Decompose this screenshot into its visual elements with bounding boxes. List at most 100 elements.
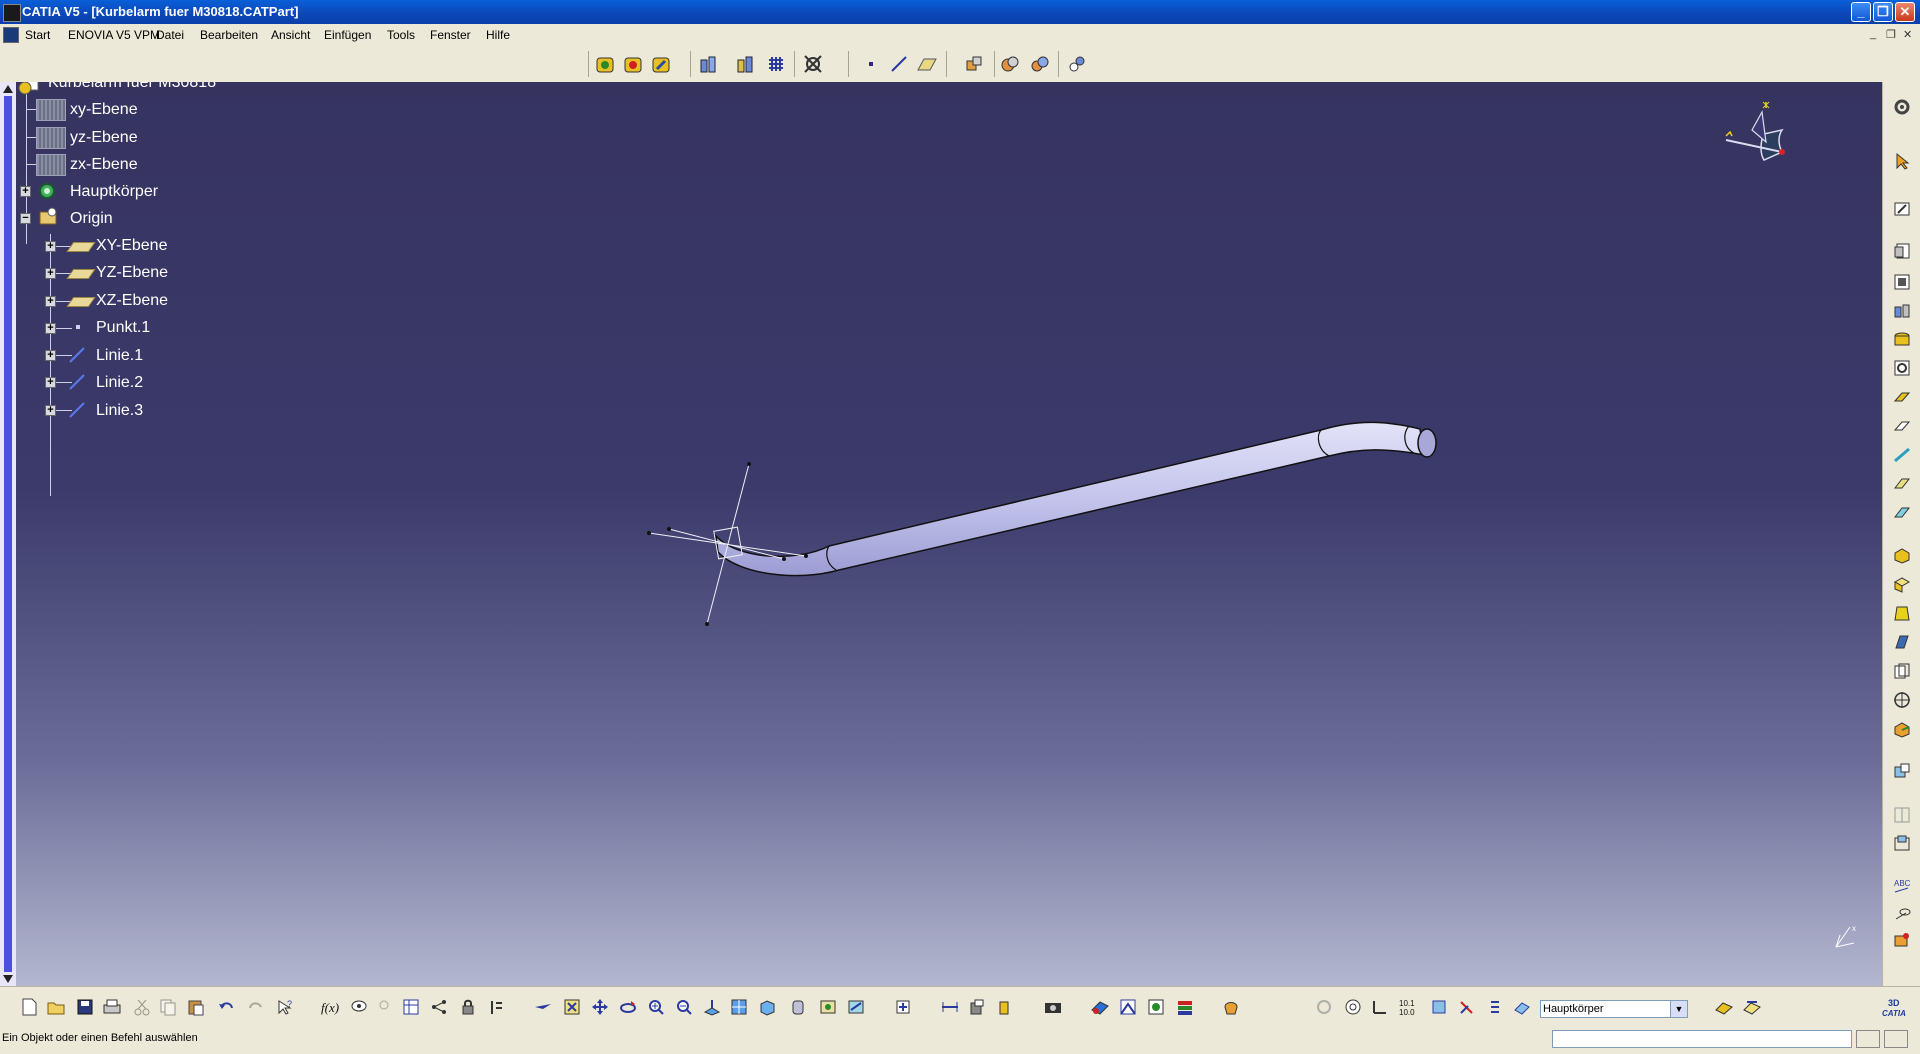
measure-icon[interactable] (963, 53, 985, 75)
chamfer-icon[interactable] (1891, 573, 1913, 595)
snap-to-point-icon[interactable] (1369, 996, 1391, 1018)
tree-item-origin[interactable]: Origin (70, 210, 113, 228)
mdi-minimize-button[interactable]: _ (1870, 28, 1876, 40)
pattern-icon[interactable] (1891, 832, 1913, 854)
expand-xy-ebene[interactable]: + (45, 241, 56, 252)
point-icon[interactable] (860, 53, 882, 75)
tree-root-part[interactable]: Kurbelarm fuer M30818 (48, 82, 216, 92)
tree-item-punkt-1[interactable]: Punkt.1 (96, 319, 150, 337)
save-icon[interactable] (74, 996, 96, 1018)
current-body-select[interactable]: Hauptkörper ▼ (1540, 1000, 1688, 1018)
crank-arm-part[interactable] (714, 421, 1437, 577)
list-filter-icon[interactable] (1484, 996, 1506, 1018)
update-icon[interactable] (892, 996, 914, 1018)
scrollbar-track[interactable] (4, 96, 12, 972)
pad-icon[interactable] (594, 53, 616, 75)
line-feature-icon[interactable] (68, 346, 86, 364)
pad-feature-icon[interactable] (1891, 240, 1913, 262)
assemble-icon[interactable] (1029, 53, 1051, 75)
line-icon[interactable] (888, 53, 910, 75)
origin-icon[interactable] (38, 206, 60, 228)
sketch-analysis-icon[interactable] (1342, 996, 1364, 1018)
render-icon[interactable] (1145, 996, 1167, 1018)
menu-bearbeiten[interactable]: Bearbeiten (200, 28, 258, 42)
multi-section-icon[interactable] (1891, 473, 1913, 495)
design-table-icon[interactable] (400, 996, 422, 1018)
hole-feature-icon[interactable] (1891, 329, 1913, 351)
paste-icon[interactable] (185, 996, 207, 1018)
normal-view-icon[interactable] (701, 996, 723, 1018)
plane-feature-icon[interactable] (36, 154, 66, 176)
swap-visible-space-icon[interactable] (845, 996, 867, 1018)
expand-linie-3[interactable]: + (45, 405, 56, 416)
close-button[interactable]: ✕ (1895, 2, 1915, 22)
line-feature-icon[interactable] (68, 401, 86, 419)
scroll-up-arrow-icon[interactable] (3, 85, 13, 93)
print-icon[interactable] (101, 996, 123, 1018)
define-in-work-object-icon[interactable] (1511, 996, 1533, 1018)
tree-item-linie-2[interactable]: Linie.2 (96, 374, 143, 392)
open-folder-icon[interactable] (45, 996, 67, 1018)
thread-icon[interactable] (1891, 689, 1913, 711)
insert-body-icon[interactable] (1741, 996, 1763, 1018)
layers-icon[interactable] (1174, 996, 1196, 1018)
measure-inertia-icon[interactable] (993, 996, 1015, 1018)
catalog-icon[interactable] (1066, 53, 1088, 75)
shaft-feature-icon[interactable] (1891, 300, 1913, 322)
plane-feature-icon[interactable] (36, 99, 66, 121)
knowledge-advisor-icon[interactable] (348, 996, 370, 1018)
lock-icon[interactable] (457, 996, 479, 1018)
expand-linie-2[interactable]: + (45, 377, 56, 388)
spin-icon[interactable] (1313, 996, 1335, 1018)
light-bulb-icon[interactable] (373, 996, 395, 1018)
expand-xz-ebene[interactable]: + (45, 296, 56, 307)
expand-linie-1[interactable]: + (45, 350, 56, 361)
start-menu-icon[interactable] (3, 27, 19, 43)
body-gear-icon[interactable] (36, 180, 58, 202)
menu-enovia[interactable]: ENOVIA V5 VPM (68, 28, 160, 42)
chevron-down-icon[interactable]: ▼ (1670, 1001, 1687, 1017)
part-icon[interactable] (18, 82, 39, 96)
pocket-icon[interactable] (622, 53, 644, 75)
settings-gear-icon[interactable] (1891, 96, 1913, 118)
multi-view-icon[interactable] (728, 996, 750, 1018)
measure-item-icon[interactable] (966, 996, 988, 1018)
groove-feature-icon[interactable] (1891, 357, 1913, 379)
scale-icon[interactable]: 10.1 10.0 (1397, 996, 1419, 1018)
translate-icon[interactable] (1891, 760, 1913, 782)
minimize-button[interactable]: _ (1851, 2, 1871, 22)
edge-fillet-icon[interactable] (1891, 544, 1913, 566)
thickness-icon[interactable] (1891, 660, 1913, 682)
tree-item-yz-plane[interactable]: yz-Ebene (70, 129, 138, 147)
rib-feature-icon[interactable] (1891, 386, 1913, 408)
knowledge-hand-icon[interactable] (1220, 996, 1242, 1018)
menu-fenster[interactable]: Fenster (430, 28, 471, 42)
iso-view-icon[interactable] (756, 996, 778, 1018)
pocket-feature-icon[interactable] (1891, 271, 1913, 293)
3d-annotation-icon[interactable] (1891, 929, 1913, 951)
catia-app-icon[interactable] (3, 4, 21, 22)
shading-icon[interactable] (787, 996, 809, 1018)
tree-item-linie-3[interactable]: Linie.3 (96, 402, 143, 420)
tree-item-origin-xz[interactable]: XZ-Ebene (96, 292, 168, 310)
grid-icon[interactable] (765, 53, 787, 75)
slot-feature-icon[interactable] (1891, 415, 1913, 437)
position-sketch-icon[interactable] (734, 53, 756, 75)
expand-punkt-1[interactable]: + (45, 323, 56, 334)
draft-icon[interactable] (1891, 602, 1913, 624)
line-feature-icon[interactable] (68, 373, 86, 391)
apply-material-icon[interactable] (1089, 996, 1111, 1018)
measure-between-icon[interactable] (939, 996, 961, 1018)
tree-item-xy-plane[interactable]: xy-Ebene (70, 101, 138, 119)
boolean-icon[interactable] (999, 53, 1021, 75)
3d-viewport[interactable]: x Kurbelarm fuer M30818 xy-Ebene yz-Eben… (16, 82, 1882, 986)
cut-icon[interactable] (131, 996, 153, 1018)
expand-hauptkoerper[interactable]: + (20, 186, 31, 197)
compass-icon[interactable] (1725, 101, 1785, 161)
menu-start[interactable]: Start (25, 28, 50, 42)
status-button-left[interactable] (1856, 1030, 1880, 1048)
copy-icon[interactable] (157, 996, 179, 1018)
sketcher-icon[interactable] (697, 53, 719, 75)
tree-scrollbar[interactable] (0, 82, 16, 986)
remove-face-icon[interactable] (1891, 718, 1913, 740)
